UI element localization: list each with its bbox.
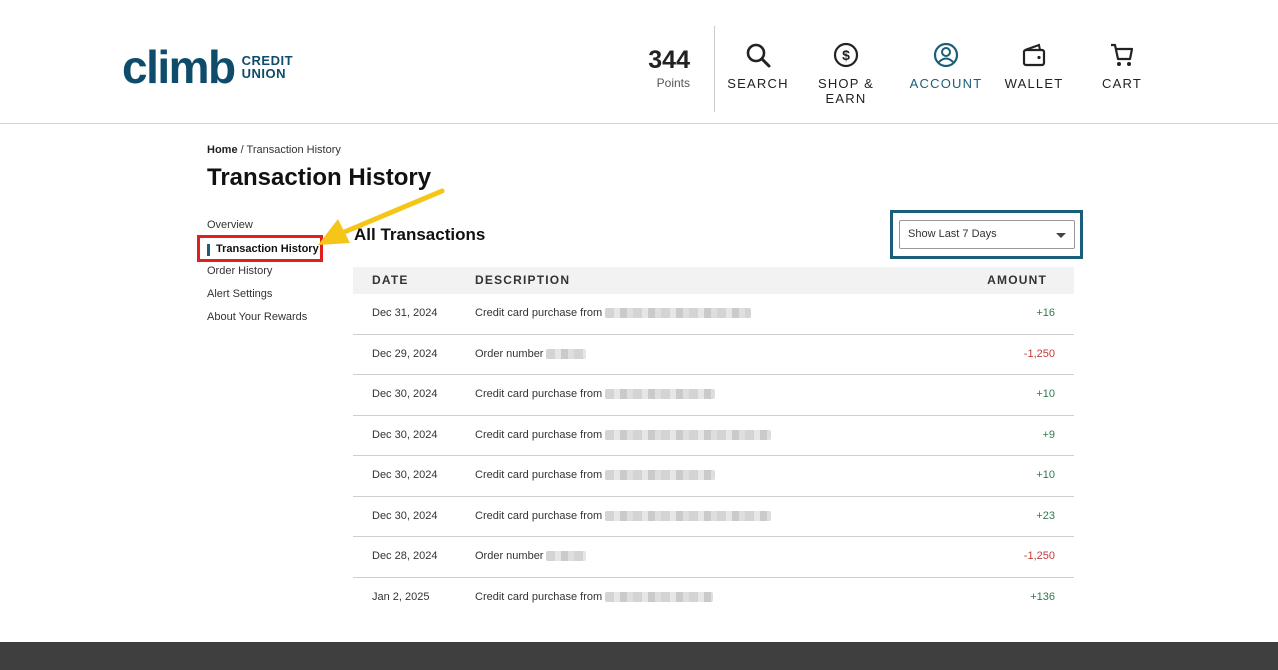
row-description: Credit card purchase from [475,428,772,441]
row-date: Dec 30, 2024 [372,509,438,522]
row-description-text: Credit card purchase from [475,469,603,481]
table-row: Jan 2, 2025 Credit card purchase from +1… [353,578,1074,619]
date-range-value: Show Last 7 Days [908,228,997,240]
logo-subtitle: CREDIT UNION [242,54,293,80]
wallet-icon [1022,43,1046,67]
cart-icon [1111,43,1134,66]
logo-wordmark: climb [122,41,236,93]
redacted-text [605,510,772,521]
row-date: Dec 30, 2024 [372,469,438,481]
svg-text:$: $ [842,47,850,63]
nav-wallet-label: WALLET [1004,76,1064,91]
redacted-text [605,591,714,602]
row-description-text: Credit card purchase from [475,590,603,603]
table-header: DATE DESCRIPTION AMOUNT [353,267,1074,294]
date-range-select[interactable]: Show Last 7 Days [899,220,1075,249]
row-description: Credit card purchase from [475,509,772,522]
redacted-text [546,551,587,561]
table-row: Dec 29, 2024 Order number -1,250 [353,335,1074,375]
row-amount: -1,250 [1023,347,1055,360]
points-balance[interactable]: 344 Points [600,46,690,90]
row-description: Credit card purchase from [475,307,752,319]
row-description-text: Order number [475,550,544,562]
breadcrumb-separator: / [237,144,247,156]
table-row: Dec 30, 2024 Credit card purchase from +… [353,416,1074,456]
row-date: Dec 30, 2024 [372,428,438,441]
nav-shop-earn-label: SHOP & EARN [817,76,875,106]
points-value: 344 [648,46,690,74]
sidebar-item-alert-settings[interactable]: Alert Settings [207,288,272,300]
row-amount: +10 [1036,469,1055,481]
redacted-text [605,429,772,440]
chevron-down-icon [1056,233,1066,238]
sidebar-item-about-rewards[interactable]: About Your Rewards [207,311,307,323]
row-description: Credit card purchase from [475,469,716,481]
search-icon [746,43,771,68]
table-row: Dec 28, 2024 Order number -1,250 [353,537,1074,578]
breadcrumb-home[interactable]: Home [207,144,238,156]
column-header-amount: AMOUNT [987,273,1047,287]
row-amount: +136 [1030,590,1055,603]
dollar-coin-icon: $ [833,42,859,68]
row-description: Order number [475,347,587,360]
row-date: Dec 28, 2024 [372,550,438,562]
nav-account-label: ACCOUNT [909,76,983,91]
row-description-text: Credit card purchase from [475,428,603,441]
row-amount: +9 [1042,428,1055,441]
table-row: Dec 30, 2024 Credit card purchase from +… [353,375,1074,416]
user-circle-icon [933,42,959,68]
row-description-text: Order number [475,347,544,360]
nav-search[interactable]: SEARCH [713,42,803,91]
table-row: Dec 31, 2024 Credit card purchase from +… [353,294,1074,335]
site-footer [0,642,1278,670]
row-description-text: Credit card purchase from [475,509,603,522]
site-header: climb CREDIT UNION 344 Points SEARCH $ S… [0,0,1278,124]
table-row: Dec 30, 2024 Credit card purchase from +… [353,497,1074,537]
row-description: Order number [475,550,587,562]
nav-cart[interactable]: CART [1077,42,1167,91]
row-description: Credit card purchase from [475,388,716,400]
redacted-text [605,470,716,480]
section-title: All Transactions [354,225,486,244]
active-indicator [207,244,210,256]
sidebar-item-overview[interactable]: Overview [207,219,253,231]
nav-cart-label: CART [1102,76,1142,91]
table-row: Dec 30, 2024 Credit card purchase from +… [353,456,1074,497]
nav-account[interactable]: ACCOUNT [901,42,991,91]
breadcrumb-current: Transaction History [246,144,341,156]
nav-shop-earn[interactable]: $ SHOP & EARN [801,42,891,106]
row-amount: +16 [1036,307,1055,319]
transactions-table: DATE DESCRIPTION AMOUNT Dec 31, 2024 Cre… [353,267,1074,618]
row-description-text: Credit card purchase from [475,307,603,319]
row-amount: +10 [1036,388,1055,400]
climb-logo[interactable]: climb CREDIT UNION [122,44,293,90]
row-description: Credit card purchase from [475,590,714,603]
redacted-text [605,389,716,399]
logo-sub-line2: UNION [241,66,287,81]
row-amount: +23 [1036,509,1055,522]
column-header-date: DATE [372,273,409,287]
row-date: Dec 29, 2024 [372,347,438,360]
points-label: Points [656,76,690,90]
row-date: Dec 31, 2024 [372,307,438,319]
nav-wallet[interactable]: WALLET [989,42,1079,91]
row-description-text: Credit card purchase from [475,388,603,400]
filter-highlight: Show Last 7 Days [890,210,1083,259]
breadcrumb: Home / Transaction History [207,144,341,156]
column-header-description: DESCRIPTION [475,273,571,287]
redacted-text [605,308,752,318]
sidebar-item-order-history[interactable]: Order History [207,265,272,277]
row-amount: -1,250 [1023,550,1055,562]
redacted-text [546,348,587,359]
row-date: Dec 30, 2024 [372,388,438,400]
nav-search-label: SEARCH [727,76,789,91]
row-date: Jan 2, 2025 [372,590,430,603]
